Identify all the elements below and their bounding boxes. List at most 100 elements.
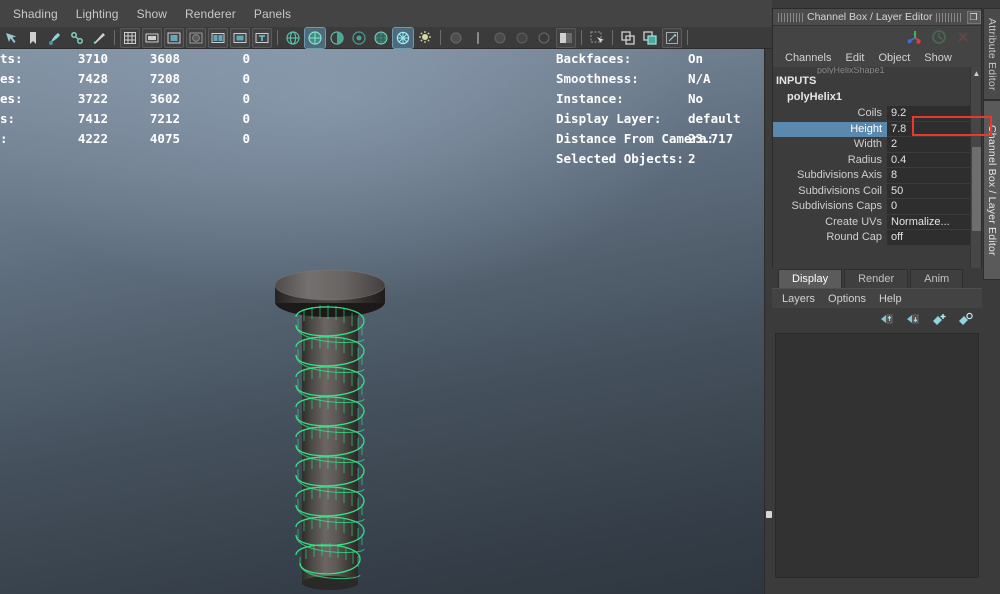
hud-backfaces-label: Backfaces:: [556, 51, 632, 66]
manipulator-axis-icon[interactable]: [906, 28, 924, 51]
field-chart-icon[interactable]: [186, 27, 206, 48]
channel-box-node-polyhelix1[interactable]: polyHelix1: [773, 89, 970, 106]
attr-value-subdivisions-coil[interactable]: 50: [887, 183, 970, 199]
bookmark-icon[interactable]: [23, 28, 43, 48]
hud-selected-objects-value: 2: [688, 151, 696, 166]
channel-box-scrollbar[interactable]: ▲ ▼: [970, 67, 981, 295]
snap-icon[interactable]: [67, 28, 87, 48]
stat-value-total: 7412: [77, 111, 108, 126]
panel-menu-lighting[interactable]: Lighting: [67, 5, 128, 23]
attr-label-round-cap: Round Cap: [826, 231, 882, 243]
ambient-occlusion-icon[interactable]: [446, 28, 466, 48]
3d-viewport[interactable]: ts: 3710 3608 0 es: 7428 7208 0 es: 3722…: [0, 49, 772, 594]
stat-value-selected: 3608: [149, 51, 180, 66]
attr-value-create-uvs[interactable]: Normalize...: [887, 214, 970, 230]
attr-row-create-uvs[interactable]: Create UVs Normalize...: [773, 214, 970, 230]
safe-action-icon[interactable]: [208, 27, 228, 48]
attr-value-radius[interactable]: 0.4: [887, 152, 970, 168]
attr-row-subdivisions-coil[interactable]: Subdivisions Coil 50: [773, 183, 970, 199]
panel-menu-renderer[interactable]: Renderer: [176, 5, 245, 23]
move-layer-down-icon[interactable]: [904, 311, 922, 327]
attr-value-width[interactable]: 2: [887, 137, 970, 153]
grid-icon[interactable]: [120, 27, 140, 48]
select-tool-icon[interactable]: [1, 28, 21, 48]
vtab-channel-box-layer-editor[interactable]: Channel Box / Layer Editor: [983, 100, 1000, 280]
drag-grip-icon[interactable]: [778, 12, 804, 22]
scroll-up-arrow-icon[interactable]: ▲: [971, 67, 981, 79]
toolbar-separator: [440, 30, 441, 45]
xray-icon[interactable]: [618, 28, 638, 48]
tab-display[interactable]: Display: [778, 269, 843, 288]
attr-row-height[interactable]: Height 7.8: [773, 121, 970, 137]
restore-window-button[interactable]: ❐: [966, 10, 981, 24]
stat-value-selected: 7208: [149, 71, 180, 86]
screen-space-ao-icon[interactable]: [534, 28, 554, 48]
isolate-select-icon[interactable]: [587, 28, 607, 48]
resolution-gate-icon[interactable]: [164, 27, 184, 48]
new-layer-from-selected-icon[interactable]: [956, 311, 974, 327]
attr-row-subdivisions-caps[interactable]: Subdivisions Caps 0: [773, 199, 970, 215]
anti-alias-icon[interactable]: [490, 28, 510, 48]
attr-value-coils[interactable]: 9.2: [887, 106, 970, 122]
channel-box-menu-edit[interactable]: Edit: [839, 51, 870, 65]
hud-poly-count-stats: ts: 3710 3608 0 es: 7428 7208 0 es: 3722…: [0, 49, 260, 149]
panel-menu-panels[interactable]: Panels: [245, 5, 300, 23]
drag-grip-icon[interactable]: [935, 12, 962, 22]
multisample-icon[interactable]: [556, 27, 576, 48]
attr-value-height[interactable]: 7.8: [887, 121, 970, 137]
channel-box-menu-channels[interactable]: Channels: [779, 51, 837, 65]
paint-select-icon[interactable]: [45, 28, 65, 48]
tab-render[interactable]: Render: [844, 269, 909, 288]
attr-row-width[interactable]: Width 2: [773, 137, 970, 153]
attr-row-round-cap[interactable]: Round Cap off: [773, 230, 970, 246]
attr-row-coils[interactable]: Coils 9.2: [773, 106, 970, 122]
panel-menu-show[interactable]: Show: [128, 5, 176, 23]
attr-value-round-cap[interactable]: off: [887, 230, 970, 246]
move-layer-up-icon[interactable]: [878, 311, 896, 327]
motion-blur-icon[interactable]: [468, 28, 488, 48]
attr-row-subdivisions-axis[interactable]: Subdivisions Axis 8: [773, 168, 970, 184]
channel-box-inputs-header: INPUTS: [773, 74, 970, 89]
stat-value-selected: 4075: [149, 131, 180, 146]
layer-menu-layers[interactable]: Layers: [776, 292, 821, 306]
film-gate-icon[interactable]: [142, 27, 162, 48]
panel-menu-shading[interactable]: Shading: [4, 5, 67, 23]
attr-row-radius[interactable]: Radius 0.4: [773, 152, 970, 168]
smooth-shade-selected-icon[interactable]: [327, 28, 347, 48]
vtab-attribute-editor[interactable]: Attribute Editor: [983, 8, 1000, 100]
xray-active-components-icon[interactable]: [662, 27, 682, 48]
attr-value-subdivisions-caps[interactable]: 0: [887, 199, 970, 215]
layer-menu-help[interactable]: Help: [873, 292, 908, 306]
shadows-icon[interactable]: [415, 28, 435, 48]
layer-editor-button-row: [772, 308, 982, 330]
channel-box-menu-show[interactable]: Show: [918, 51, 958, 65]
delete-history-icon[interactable]: [954, 28, 972, 51]
xray-joints-icon[interactable]: [640, 28, 660, 48]
layer-editor-menu-bar: Layers Options Help: [772, 288, 982, 308]
toolbar-separator: [612, 30, 613, 45]
textured-icon[interactable]: [371, 28, 391, 48]
construction-history-icon[interactable]: [930, 28, 948, 51]
hud-display-layer-value: default: [688, 111, 741, 126]
flat-shade-icon[interactable]: [349, 28, 369, 48]
channel-box-menu-object[interactable]: Object: [872, 51, 916, 65]
tab-anim[interactable]: Anim: [910, 269, 964, 288]
display-layer-list[interactable]: [775, 333, 979, 578]
attr-value-subdivisions-axis[interactable]: 8: [887, 168, 970, 184]
channel-box-titlebar[interactable]: Channel Box / Layer Editor ❐ ✕: [773, 9, 997, 26]
channel-box-icon-row: [773, 26, 981, 48]
use-all-lights-icon[interactable]: [392, 26, 414, 49]
stat-value-components: 0: [242, 131, 250, 146]
depth-of-field-icon[interactable]: [512, 28, 532, 48]
sculpt-icon[interactable]: [89, 28, 109, 48]
smooth-shade-all-icon[interactable]: [304, 26, 326, 49]
safe-title-icon[interactable]: [230, 27, 250, 48]
scrollbar-thumb[interactable]: [972, 147, 981, 231]
viewport-splitter[interactable]: [764, 49, 772, 594]
new-empty-layer-icon[interactable]: [930, 311, 948, 327]
panel-menu-bar: Shading Lighting Show Renderer Panels: [0, 0, 772, 27]
layer-menu-options[interactable]: Options: [822, 292, 872, 306]
wireframe-shading-icon[interactable]: [283, 28, 303, 48]
attr-label-height: Height: [850, 122, 882, 135]
camera-name-icon[interactable]: [252, 27, 272, 48]
